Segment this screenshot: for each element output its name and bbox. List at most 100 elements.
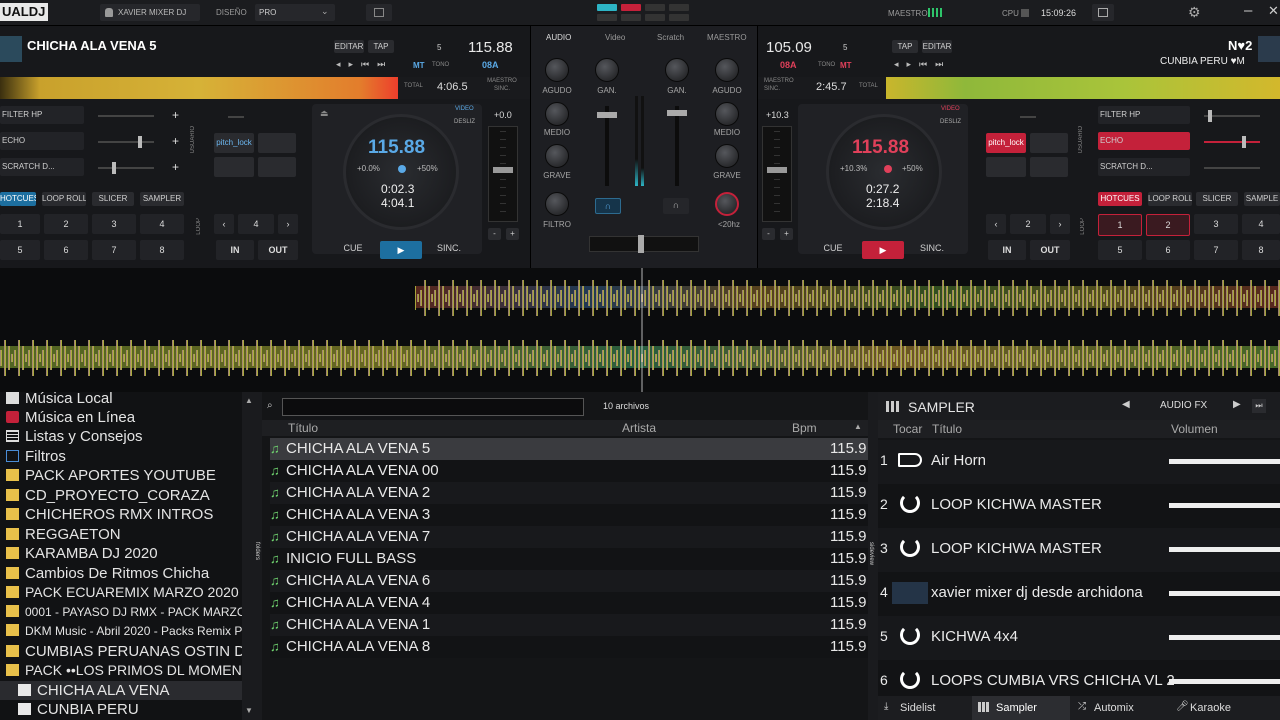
gear-icon[interactable]: ⚙ [1188,4,1201,21]
mixer-tab-master[interactable]: MAESTRO [707,33,747,42]
bank-name[interactable]: AUDIO FX [1160,400,1207,411]
loop-icon[interactable] [900,625,920,645]
tree-item-filters[interactable]: Filtros [6,447,242,466]
eq-low-knob-left[interactable] [545,144,569,168]
tree-item-folder[interactable]: PACK ECUAREMIX MARZO 2020 [6,583,242,602]
tree-item-folder[interactable]: CUMBIAS PERUANAS OSTIN DJ [6,642,242,661]
pad-7[interactable]: 7 [92,240,136,260]
sync-button[interactable]: SINC. [914,241,950,255]
table-row[interactable]: ♫ CHICHA ALA VENA 6 115.9 [270,570,870,592]
pitch-minus[interactable]: - [488,228,501,240]
eq-high-knob-left[interactable] [545,58,569,82]
loop-icon[interactable] [900,669,920,689]
loop-in-button[interactable]: IN [216,240,254,260]
tree-item-folder[interactable]: Cambios De Ritmos Chicha [6,564,242,583]
pad-6[interactable]: 6 [1146,240,1190,260]
loop-icon[interactable] [900,537,920,557]
pads-tab-hotcues[interactable]: HOTCUES [1098,192,1142,206]
transport-mini[interactable]: ◂▸⏮⏭ [894,59,951,70]
pads-tab-sampler[interactable]: SAMPLER [140,192,184,206]
deck-left-overview-waveform[interactable] [0,77,400,99]
sampler-grid-icon[interactable] [886,401,900,412]
pad-8[interactable]: 8 [1242,240,1280,260]
deck-layout-switch[interactable] [597,4,689,22]
pad-8[interactable]: 8 [140,240,184,260]
table-row[interactable]: ♫ CHICHA ALA VENA 4 115.9 [270,592,870,614]
tree-item-lists[interactable]: Listas y Consejos [6,427,242,446]
tree-item-online[interactable]: Música en Línea [6,408,242,427]
sync-button[interactable]: SINC. [431,241,467,255]
mixer-tab-scratch[interactable]: Scratch [657,33,684,42]
tree-item-folder[interactable]: CD_PROYECTO_CORAZA [6,486,242,505]
tree-item-folder[interactable]: 0001 - PAYASO DJ RMX - PACK MARZO MULT [6,603,242,622]
fx3-add-icon[interactable]: + [172,160,179,174]
mixer-tab-video[interactable]: Video [605,33,625,42]
eq-mid-knob-right[interactable] [715,102,739,126]
pads-tab-loop-roll[interactable]: LOOP ROLL [1148,192,1192,206]
pad-2[interactable]: 2 [44,214,88,234]
transport-mini[interactable]: ◂▸⏮⏭ [336,59,393,70]
column-artist[interactable]: Artista [622,421,656,435]
master-sync-label[interactable]: MAESTRO SINC. [764,77,798,93]
table-row[interactable]: ♫ CHICHA ALA VENA 3 115.9 [270,504,870,526]
volume-fader-right[interactable] [667,106,687,186]
mt-label[interactable]: MT [840,61,852,70]
sample-volume-bar[interactable] [1169,635,1280,640]
loop-double-button[interactable]: › [1050,214,1070,234]
tab-sampler[interactable]: Sampler [972,696,1070,720]
tree-item-folder[interactable]: CHICHEROS RMX INTROS [6,505,242,524]
slip-label[interactable]: DESLIZ [940,119,961,125]
loop-out-button[interactable]: OUT [258,240,298,260]
search-input[interactable] [282,398,584,416]
loop-halve-button[interactable]: ‹ [986,214,1006,234]
pad-5[interactable]: 5 [1098,240,1142,260]
sampler-row[interactable]: 1 Air Horn [878,440,1280,484]
fx2-slider[interactable] [1204,136,1260,148]
fx1-select[interactable]: FILTER HP [0,106,84,124]
eject-icon[interactable]: ⏏ [320,108,329,119]
waveform-display[interactable] [0,268,1280,392]
sample-volume-bar[interactable] [1169,591,1280,596]
pad-1[interactable]: 1 [0,214,40,234]
user-button-3[interactable] [986,157,1026,177]
tree-item-folder[interactable]: PACK ••LOS PRIMOS DL MOMENTO•• [6,661,242,680]
pitch-thumb[interactable] [493,167,513,173]
pitch-slider[interactable] [488,126,518,222]
fx2-select[interactable]: ECHO [1098,132,1190,150]
table-row[interactable]: ♫ CHICHA ALA VENA 8 115.9 [270,636,870,658]
table-row[interactable]: ♫ CHICHA ALA VENA 1 115.9 [270,614,870,636]
sample-volume-bar[interactable] [1169,503,1280,508]
cue-button[interactable]: CUE [338,241,368,255]
key-label[interactable]: 08A [780,60,797,70]
slider-thumb[interactable] [1208,110,1212,122]
headphone-cue-left[interactable]: ∩ [595,198,621,214]
play-button[interactable]: ▶ [862,241,904,259]
loop-halve-button[interactable]: ‹ [214,214,234,234]
crossfader[interactable] [589,235,699,253]
pad-3[interactable]: 3 [1194,214,1238,234]
user-button-4[interactable] [258,157,296,177]
table-row[interactable]: ♫ CHICHA ALA VENA 2 115.9 [270,482,870,504]
tab-automix[interactable]: ⤮ Automix [1074,696,1170,720]
eq-high-knob-right[interactable] [715,58,739,82]
horn-icon[interactable] [898,453,922,467]
pitch-thumb[interactable] [767,167,787,173]
waveform-svg[interactable] [0,268,1280,392]
pitch-slider[interactable] [762,126,792,222]
edit-button[interactable]: EDITAR [334,40,364,53]
scroll-down-icon[interactable]: ▼ [245,706,253,715]
key-label[interactable]: 08A [482,60,499,70]
master-sync-label[interactable]: MAESTRO SINC. [484,77,520,93]
pads-tab-slicer[interactable]: SLICER [1196,192,1238,206]
tap-button[interactable]: TAP [892,40,918,53]
pad-6[interactable]: 6 [44,240,88,260]
pitch-lock-button[interactable]: pitch_lock [214,133,254,153]
table-row[interactable]: ♫ CHICHA ALA VENA 5 115.9 [270,438,870,460]
video-label[interactable]: VIDEO [941,106,960,112]
pitch-plus[interactable]: + [506,228,519,240]
filter-knob-left[interactable] [545,192,569,216]
user-button-2[interactable] [1030,133,1068,153]
sampler-row[interactable]: 5 KICHWA 4x4 [878,616,1280,660]
gain-knob-right[interactable] [665,58,689,82]
fx1-slider[interactable] [1204,110,1260,122]
